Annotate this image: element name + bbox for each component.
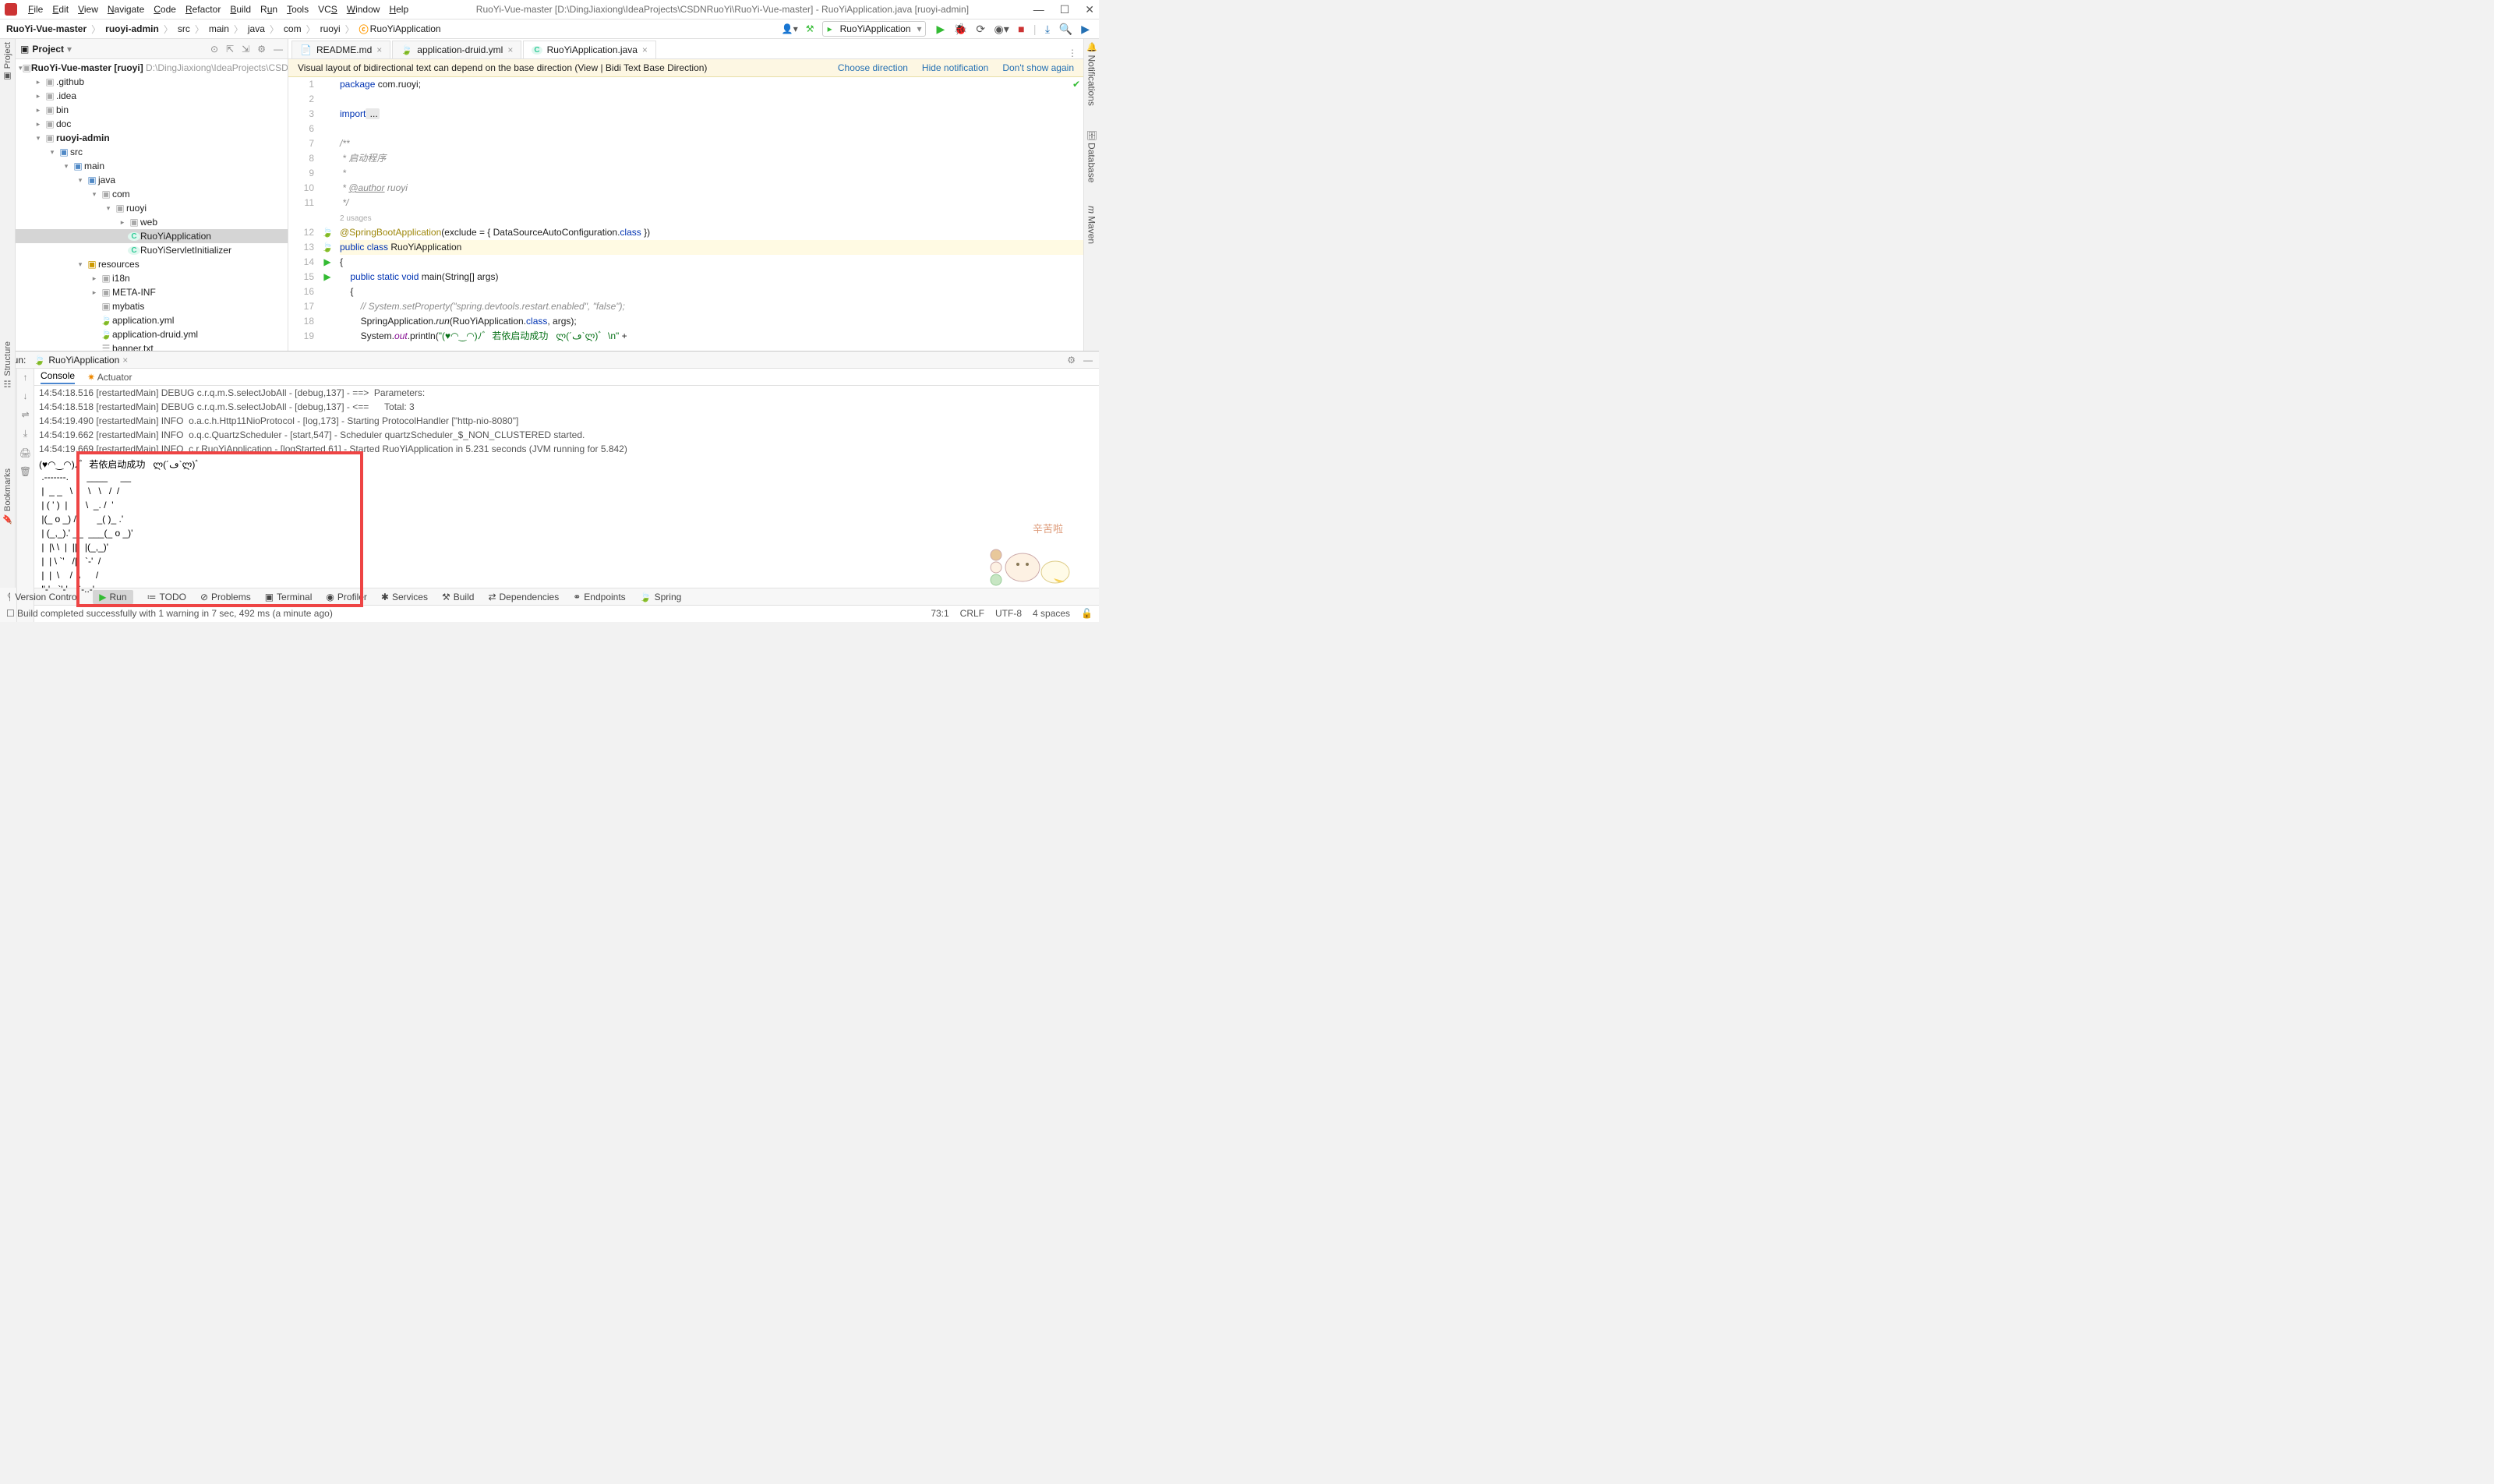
- structure-tool-button[interactable]: ☷ Structure: [2, 341, 12, 389]
- navbar: RuoYi-Vue-master〉 ruoyi-admin〉 src〉 main…: [0, 19, 1099, 39]
- print-icon[interactable]: 🖨: [19, 447, 31, 458]
- notifications-tool-button[interactable]: 🔔 Notifications: [1086, 42, 1097, 106]
- main-menu: File Edit View Navigate Code Refactor Bu…: [25, 2, 412, 16]
- console-tabs: Console ✷ Actuator: [34, 369, 1099, 386]
- run-config-select[interactable]: RuoYiApplication: [822, 21, 926, 37]
- close-icon[interactable]: ✕: [1085, 3, 1094, 16]
- run-tab-name: RuoYiApplication: [48, 355, 119, 366]
- run-hide-icon[interactable]: —: [1083, 355, 1093, 366]
- scroll-icon[interactable]: ⤓: [23, 428, 27, 440]
- line-numbers: 123678910111213141516171819: [288, 77, 320, 351]
- class-icon: ⓒ: [359, 23, 369, 36]
- editor-tabs: 📄README.md× 🍃application-druid.yml× CRuo…: [288, 39, 1083, 59]
- maximize-icon[interactable]: ☐: [1060, 3, 1070, 16]
- intellij-logo-icon: [5, 3, 17, 16]
- menu-run[interactable]: Run: [257, 2, 281, 16]
- tab-readme[interactable]: 📄README.md×: [291, 41, 390, 58]
- minimize-icon[interactable]: —: [1033, 3, 1044, 16]
- crumb-0[interactable]: RuoYi-Vue-master: [6, 23, 87, 34]
- git-update-icon[interactable]: ⤓: [1045, 23, 1050, 35]
- actuator-tab[interactable]: ✷ Actuator: [87, 372, 132, 383]
- gear-icon[interactable]: ⚙: [257, 44, 266, 55]
- expand-all-icon[interactable]: ⇱: [226, 44, 234, 55]
- proj-header-label: Project: [32, 44, 64, 55]
- menu-build[interactable]: Build: [227, 2, 254, 16]
- coverage-icon[interactable]: ⟳: [976, 23, 985, 35]
- run-panel: Run: 🍃RuoYiApplication × ⚙ — ↻ 🔧 ■ 📷 ▤ ⊞…: [0, 351, 1099, 622]
- run-config-label: RuoYiApplication: [840, 23, 911, 34]
- trash-icon[interactable]: 🗑: [19, 466, 31, 477]
- crumb-1[interactable]: ruoyi-admin: [105, 23, 159, 34]
- menu-tools[interactable]: Tools: [284, 2, 312, 16]
- project-panel: ▣ Project ▾ ⊙ ⇱ ⇲ ⚙ — ▾▣RuoYi-Vue-master…: [16, 39, 288, 351]
- menu-navigate[interactable]: Navigate: [104, 2, 147, 16]
- console-output[interactable]: 14:54:18.516 [restartedMain] DEBUG c.r.q…: [34, 386, 1099, 622]
- debug-button[interactable]: 🐞: [954, 23, 967, 35]
- crumb-4[interactable]: java: [248, 23, 265, 34]
- tab-druid[interactable]: 🍃application-druid.yml×: [392, 41, 521, 58]
- crumb-5[interactable]: com: [284, 23, 302, 34]
- left-tool-strip: ▣ Project: [0, 39, 16, 351]
- bookmarks-tool-button[interactable]: 🔖 Bookmarks: [2, 468, 12, 525]
- crumb-3[interactable]: main: [209, 23, 229, 34]
- code-editor[interactable]: ✔ 123678910111213141516171819 🍃 🍃▶ ▶ pac…: [288, 77, 1083, 351]
- menu-code[interactable]: Code: [150, 2, 179, 16]
- wrap-icon[interactable]: ⇌: [21, 409, 29, 420]
- project-tree[interactable]: ▾▣RuoYi-Vue-master [ruoyi] D:\DingJiaxio…: [16, 59, 288, 351]
- crumb-2[interactable]: src: [178, 23, 190, 34]
- banner-hide[interactable]: Hide notification: [922, 62, 988, 73]
- mascot-sticker: 辛苦啦: [985, 521, 1079, 591]
- database-tool-button[interactable]: 🗄 Database: [1086, 129, 1097, 182]
- up-icon[interactable]: ↑: [23, 372, 28, 383]
- leaf-icon: 🍃: [34, 355, 45, 366]
- window-title: RuoYi-Vue-master [D:\DingJiaxiong\IdeaPr…: [412, 4, 1033, 15]
- user-dropdown-icon[interactable]: 👤▾: [782, 23, 798, 34]
- menu-vcs[interactable]: VCS: [315, 2, 341, 16]
- console-tab[interactable]: Console: [41, 370, 75, 384]
- profile-icon[interactable]: ◉▾: [994, 23, 1009, 35]
- crumb-6[interactable]: ruoyi: [320, 23, 341, 34]
- crumb-7[interactable]: RuoYiApplication: [370, 23, 441, 34]
- titlebar: File Edit View Navigate Code Refactor Bu…: [0, 0, 1099, 19]
- run-settings-icon[interactable]: ⚙: [1067, 355, 1076, 366]
- bidi-banner: Visual layout of bidirectional text can …: [288, 59, 1083, 77]
- menu-window[interactable]: Window: [344, 2, 383, 16]
- console-side-toolbar: ↑ ↓ ⇌ ⤓ 🖨 🗑: [17, 369, 34, 622]
- select-opened-icon[interactable]: ⊙: [210, 44, 218, 55]
- banner-msg: Visual layout of bidirectional text can …: [298, 62, 707, 73]
- menu-view[interactable]: View: [75, 2, 101, 16]
- down-icon[interactable]: ↓: [23, 390, 28, 401]
- hide-panel-icon[interactable]: —: [274, 44, 283, 55]
- menu-edit[interactable]: Edit: [49, 2, 72, 16]
- hammer-icon[interactable]: ⚒: [806, 23, 814, 34]
- tab-app[interactable]: CRuoYiApplication.java×: [523, 41, 656, 58]
- gutter-icons: 🍃 🍃▶ ▶: [320, 77, 335, 351]
- tabs-more-icon[interactable]: ⋮: [1062, 48, 1083, 58]
- stop-button[interactable]: ■: [1018, 23, 1024, 35]
- maven-tool-button[interactable]: m Maven: [1086, 206, 1097, 244]
- right-tool-strip: 🔔 Notifications 🗄 Database m Maven: [1083, 39, 1099, 351]
- run-button[interactable]: ▶: [937, 23, 945, 35]
- project-panel-icon: ▣: [20, 44, 29, 55]
- collapse-all-icon[interactable]: ⇲: [242, 44, 249, 55]
- editor-area: 📄README.md× 🍃application-druid.yml× CRuo…: [288, 39, 1083, 351]
- breadcrumb: RuoYi-Vue-master〉 ruoyi-admin〉 src〉 main…: [6, 23, 441, 36]
- banner-choose[interactable]: Choose direction: [838, 62, 908, 73]
- analysis-ok-icon: ✔: [1072, 79, 1080, 90]
- proj-view-dropdown[interactable]: ▾: [67, 44, 72, 55]
- bg-tasks-icon[interactable]: ☐: [6, 608, 15, 619]
- banner-dont[interactable]: Don't show again: [1002, 62, 1074, 73]
- hamburger-icon[interactable]: ▶: [1081, 23, 1090, 35]
- search-icon[interactable]: 🔍: [1058, 23, 1072, 35]
- menu-help[interactable]: Help: [386, 2, 412, 16]
- menu-file[interactable]: File: [25, 2, 46, 16]
- menu-refactor[interactable]: Refactor: [182, 2, 224, 16]
- project-tool-button[interactable]: ▣ Project: [2, 42, 12, 81]
